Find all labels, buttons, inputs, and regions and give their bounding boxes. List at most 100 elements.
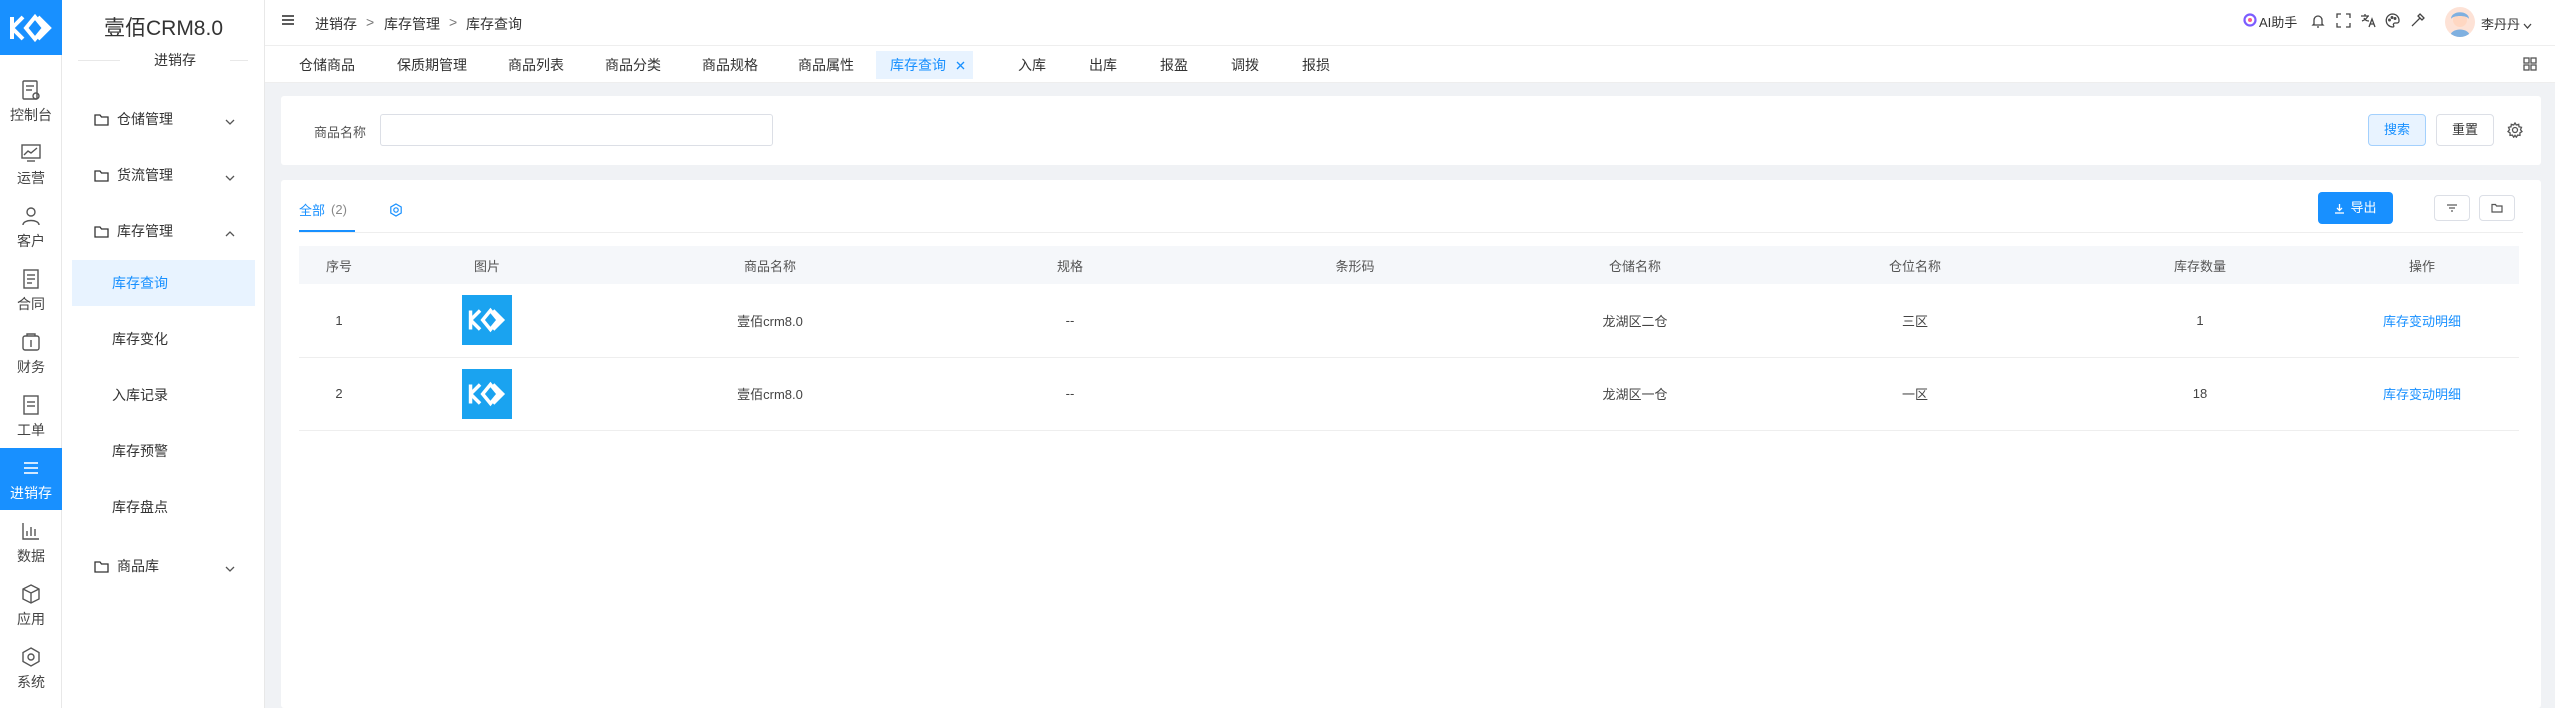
search-button[interactable]: 搜索 bbox=[2368, 114, 2426, 146]
menu-item-label: 入库记录 bbox=[112, 387, 168, 403]
close-icon[interactable] bbox=[956, 61, 965, 70]
dashboard-icon bbox=[19, 78, 43, 102]
tab-all-label: 全部 bbox=[299, 203, 326, 218]
filter-lines-icon bbox=[2446, 203, 2458, 213]
tab-product-attribute[interactable]: 商品属性 bbox=[784, 51, 868, 79]
menu-item-stock-query[interactable]: 库存查询 bbox=[72, 260, 255, 306]
breadcrumb-separator: > bbox=[366, 14, 375, 30]
filter-label: 商品名称 bbox=[314, 125, 367, 140]
chevron-down-icon bbox=[225, 113, 235, 129]
translate-icon[interactable] bbox=[2360, 13, 2376, 31]
rail-label: 系统 bbox=[17, 673, 45, 690]
logo-mark-icon bbox=[10, 13, 52, 42]
cell-spec: -- bbox=[945, 357, 1195, 431]
cell-location: 三区 bbox=[1755, 284, 2075, 358]
fullscreen-icon[interactable] bbox=[2336, 13, 2351, 31]
rail-item-customer[interactable]: 客户 bbox=[0, 196, 62, 258]
export-button[interactable]: 导出 bbox=[2318, 192, 2393, 224]
tab-outbound[interactable]: 出库 bbox=[1075, 51, 1131, 79]
cell-warehouse: 龙湖区二仓 bbox=[1515, 284, 1755, 358]
menu-group-stock[interactable]: 库存管理 bbox=[72, 208, 255, 254]
chevron-down-icon[interactable] bbox=[2523, 17, 2532, 33]
cell-location: 一区 bbox=[1755, 357, 2075, 431]
product-image[interactable] bbox=[462, 368, 512, 419]
rail-label: 进销存 bbox=[10, 484, 52, 501]
rail-item-finance[interactable]: 财务 bbox=[0, 322, 62, 384]
rail-item-contract[interactable]: 合同 bbox=[0, 259, 62, 321]
logo-mark-icon bbox=[468, 381, 506, 406]
menu-item-stock-alert[interactable]: 库存预警 bbox=[72, 428, 255, 474]
column-filter-button[interactable] bbox=[2434, 195, 2470, 221]
contract-icon bbox=[19, 267, 43, 291]
rail-item-data[interactable]: 数据 bbox=[0, 511, 62, 573]
rail-item-system[interactable]: 系统 bbox=[0, 637, 62, 699]
palette-icon[interactable] bbox=[2385, 13, 2400, 31]
cube-icon bbox=[19, 582, 43, 606]
menu-group-logistics[interactable]: 货流管理 bbox=[72, 152, 255, 198]
menu-item-stock-change[interactable]: 库存变化 bbox=[72, 316, 255, 362]
rail-item-dashboard[interactable]: 控制台 bbox=[0, 70, 62, 132]
gear-icon[interactable] bbox=[2507, 121, 2523, 141]
column-header: 操作 bbox=[2325, 246, 2519, 284]
rail-item-operation[interactable]: 运营 bbox=[0, 133, 62, 195]
ai-assistant[interactable]: AI助手 bbox=[2243, 12, 2297, 31]
folder-button[interactable] bbox=[2479, 195, 2515, 221]
tab-transfer[interactable]: 调拨 bbox=[1217, 51, 1273, 79]
cell-image bbox=[379, 284, 595, 358]
app-logo[interactable] bbox=[0, 0, 62, 55]
brand-title: 壹佰CRM8.0 bbox=[103, 17, 224, 40]
tab-product-spec[interactable]: 商品规格 bbox=[688, 51, 772, 79]
reset-button[interactable]: 重置 bbox=[2436, 114, 2494, 146]
rail-label: 数据 bbox=[17, 547, 45, 564]
tab-stock-query[interactable]: 库存查询 bbox=[876, 51, 973, 79]
table-header-row: 序号 图片 商品名称 规格 条形码 仓储名称 仓位名称 库存数量 操作 bbox=[299, 246, 2519, 284]
bell-icon[interactable] bbox=[2311, 13, 2325, 32]
column-header: 商品名称 bbox=[595, 246, 945, 284]
rail-label: 财务 bbox=[17, 358, 45, 375]
tab-inbound[interactable]: 入库 bbox=[1004, 51, 1060, 79]
rail-item-ticket[interactable]: 工单 bbox=[0, 385, 62, 447]
rail-item-inventory[interactable]: 进销存 bbox=[0, 448, 62, 510]
tab-product-category[interactable]: 商品分类 bbox=[591, 51, 675, 79]
tab-overage[interactable]: 报盈 bbox=[1146, 51, 1202, 79]
product-name-input[interactable] bbox=[380, 114, 773, 146]
rail-item-apps[interactable]: 应用 bbox=[0, 574, 62, 636]
chart-line-icon bbox=[19, 141, 43, 165]
product-image[interactable] bbox=[462, 295, 512, 346]
cell-no: 2 bbox=[299, 357, 379, 431]
cell-no: 1 bbox=[299, 284, 379, 358]
column-header: 仓位名称 bbox=[1755, 246, 2075, 284]
tab-all[interactable]: 全部 (2) bbox=[299, 200, 347, 219]
column-header: 图片 bbox=[379, 246, 595, 284]
stock-detail-link[interactable]: 库存变动明细 bbox=[2383, 387, 2461, 402]
user-name[interactable]: 李丹丹 bbox=[2481, 14, 2520, 33]
tab-product-list[interactable]: 商品列表 bbox=[494, 51, 578, 79]
folder-icon bbox=[94, 225, 109, 238]
menu-item-stocktake[interactable]: 库存盘点 bbox=[72, 484, 255, 530]
tab-damage[interactable]: 报损 bbox=[1288, 51, 1344, 79]
menu-item-label: 库存预警 bbox=[112, 443, 168, 459]
ai-icon bbox=[2243, 13, 2257, 30]
breadcrumb-item[interactable]: 库存管理 bbox=[384, 14, 440, 34]
rail-label: 控制台 bbox=[10, 106, 52, 123]
breadcrumb-item: 库存查询 bbox=[466, 16, 522, 32]
cell-spec: -- bbox=[945, 284, 1195, 358]
menu-toggle-icon[interactable] bbox=[281, 13, 295, 30]
cell-image bbox=[379, 357, 595, 431]
tab-shelf-life[interactable]: 保质期管理 bbox=[383, 51, 481, 79]
rail-label: 客户 bbox=[17, 232, 45, 249]
list-icon bbox=[19, 456, 43, 480]
grid-menu-icon[interactable] bbox=[2523, 57, 2537, 74]
table-row: 1 壹佰crm8.0 -- 龙湖区二仓 三区 1 库存变动明细 bbox=[299, 284, 2519, 358]
avatar[interactable] bbox=[2445, 7, 2475, 37]
tab-warehouse-goods[interactable]: 仓储商品 bbox=[285, 51, 369, 79]
breadcrumb-item[interactable]: 进销存 bbox=[315, 14, 357, 34]
menu-group-product-library[interactable]: 商品库 bbox=[72, 543, 255, 589]
settings-icon[interactable] bbox=[389, 203, 403, 220]
download-icon bbox=[2334, 203, 2345, 214]
stock-detail-link[interactable]: 库存变动明细 bbox=[2383, 314, 2461, 329]
skin-icon[interactable] bbox=[2410, 13, 2425, 31]
menu-group-label: 商品库 bbox=[117, 558, 159, 574]
menu-group-warehouse[interactable]: 仓储管理 bbox=[72, 96, 255, 142]
menu-item-inbound-records[interactable]: 入库记录 bbox=[72, 372, 255, 418]
